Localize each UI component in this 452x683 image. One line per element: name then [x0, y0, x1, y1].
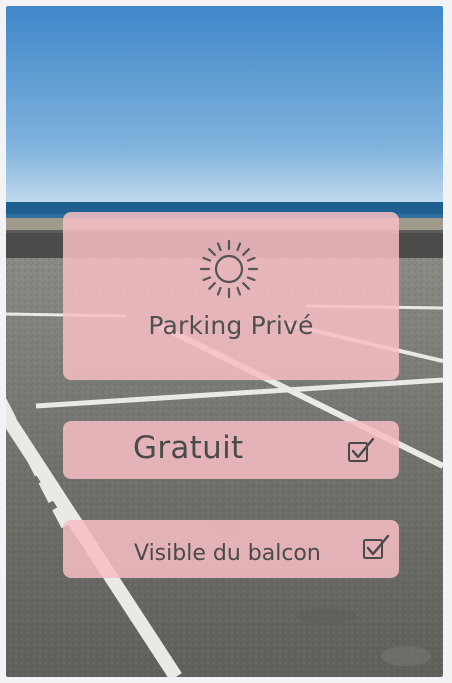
- option-visible-balcon-label: Visible du balcon: [134, 541, 321, 566]
- checkbox-checked-icon[interactable]: [361, 533, 391, 563]
- option-gratuit-label: Gratuit: [133, 430, 244, 466]
- sun-icon: [199, 239, 259, 299]
- parking-title: Parking Privé: [148, 311, 314, 340]
- checkbox-checked-icon[interactable]: [346, 436, 376, 466]
